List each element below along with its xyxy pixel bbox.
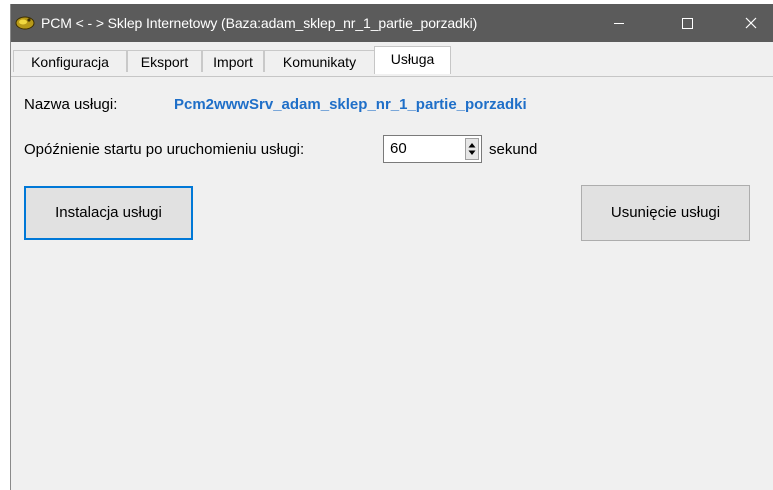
title-bar[interactable]: PCM < - > Sklep Internetowy (Baza:adam_s… [11,4,773,42]
tab-import[interactable]: Import [202,50,264,72]
window-title: PCM < - > Sklep Internetowy (Baza:adam_s… [41,15,478,31]
install-service-button[interactable]: Instalacja usługi [24,186,193,240]
start-delay-value[interactable]: 60 [390,140,407,157]
spin-up-down-icon[interactable] [466,139,478,159]
tab-komunikaty[interactable]: Komunikaty [264,50,375,72]
start-delay-spinner[interactable]: 60 [383,135,482,163]
minimize-button[interactable] [596,4,642,42]
tab-usluga[interactable]: Usługa [374,46,451,74]
service-name-value: Pcm2wwwSrv_adam_sklep_nr_1_partie_porzad… [174,96,527,113]
app-window: PCM < - > Sklep Internetowy (Baza:adam_s… [10,4,773,490]
tab-strip: Konfiguracja Eksport Import Komunikaty U… [11,42,773,77]
tab-eksport[interactable]: Eksport [127,50,202,72]
maximize-button[interactable] [664,4,710,42]
close-button[interactable] [728,4,773,42]
tab-konfiguracja[interactable]: Konfiguracja [13,50,127,72]
delay-unit-label: sekund [489,141,538,158]
maximize-icon [682,18,693,29]
spinner-buttons[interactable] [465,138,479,160]
start-delay-label: Opóźnienie startu po uruchomieniu usługi… [24,141,305,158]
close-icon [745,17,757,29]
app-logo-icon[interactable] [15,14,35,30]
service-name-label: Nazwa usługi: [24,96,118,113]
minimize-icon [614,23,624,24]
remove-service-button[interactable]: Usunięcie usługi [581,185,750,241]
service-panel: Nazwa usługi: Pcm2wwwSrv_adam_sklep_nr_1… [11,77,773,490]
